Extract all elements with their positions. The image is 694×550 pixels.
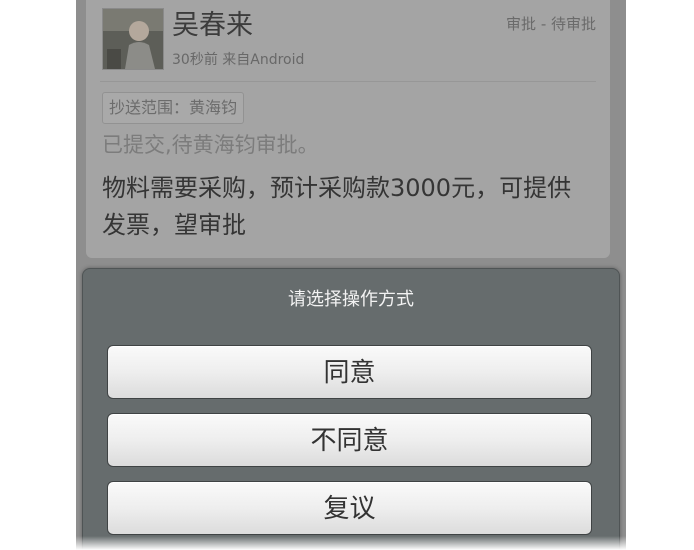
approval-post-card[interactable]: 吴春来 30秒前 来自Android 审批 - 待审批 抄送范围：黄海钧 已提交…: [86, 0, 610, 258]
reconsider-button[interactable]: 复议: [107, 481, 592, 535]
post-time-source: 30秒前 来自Android: [172, 52, 305, 68]
reject-button[interactable]: 不同意: [107, 413, 592, 467]
approve-button[interactable]: 同意: [107, 345, 592, 399]
dialog-title: 请选择操作方式: [288, 289, 414, 310]
author-name[interactable]: 吴春来: [172, 8, 253, 44]
avatar-photo-icon: [103, 9, 163, 69]
approval-status: 审批 - 待审批: [506, 15, 596, 33]
avatar[interactable]: [102, 8, 164, 70]
submitted-status-text: 已提交,待黄海钧审批。: [102, 133, 319, 157]
app-screen: 吴春来 30秒前 来自Android 审批 - 待审批 抄送范围：黄海钧 已提交…: [76, 0, 626, 550]
cc-range-tag: 抄送范围：黄海钧: [102, 92, 245, 124]
bottom-fade: [0, 536, 694, 550]
divider: [100, 81, 596, 82]
action-dialog: 请选择操作方式 同意 不同意 复议: [82, 268, 620, 550]
post-content: 物料需要采购，预计采购款3000元，可提供发票，望审批: [102, 174, 572, 239]
